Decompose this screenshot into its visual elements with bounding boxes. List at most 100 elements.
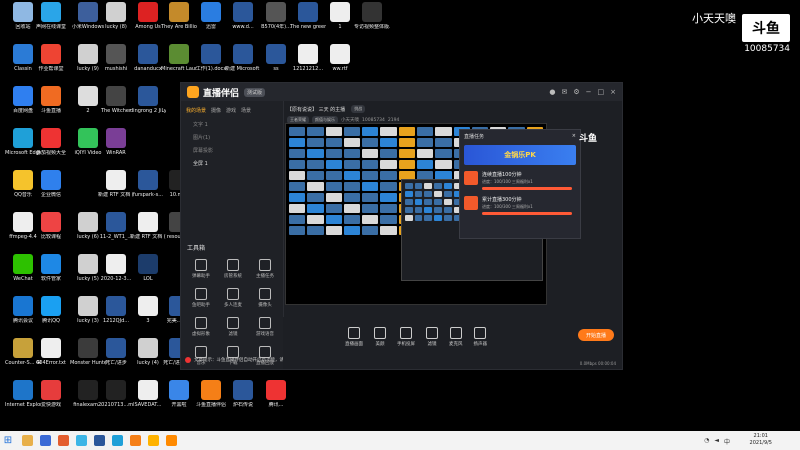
taskbar: ⊞ ◔ ◄ 中 21:01 2021/9/5 [0, 431, 800, 450]
task-item[interactable]: 累计直播300分钟 进度：100/300 三周福利x1 [464, 196, 576, 215]
volume-icon[interactable]: ◄ [714, 437, 719, 446]
tool-button[interactable]: 下载 [217, 346, 249, 366]
desktop-icon[interactable]: 20210713...mkv [98, 380, 134, 408]
desktop-icon[interactable]: 爱快游戏 [33, 380, 69, 408]
control-button[interactable]: 直播画面 [345, 327, 363, 347]
desktop-icon[interactable]: www.d... [225, 2, 261, 30]
maximize-button[interactable]: □ [598, 88, 605, 96]
tool-button[interactable]: 虚拟形象 [185, 317, 217, 337]
desktop-app-icon [13, 296, 33, 316]
clock[interactable]: 21:01 2021/9/5 [750, 433, 772, 447]
taskbar-app-icon[interactable] [148, 435, 159, 446]
desktop-icon[interactable]: 企业微信 [33, 170, 69, 198]
taskbar-app-icon[interactable] [58, 435, 69, 446]
tool-button[interactable]: 滤镜 [217, 317, 249, 337]
desktop-icon[interactable]: 腾讯QQ [33, 296, 69, 324]
desktop-icon[interactable]: 斗鱼直播伴侣 [193, 380, 229, 408]
desktop-icon[interactable]: 死亡/进步 [98, 338, 134, 366]
desktop-icon[interactable]: 软件管家 [33, 254, 69, 282]
desktop-icon[interactable]: 12121212... [290, 44, 326, 72]
desktop-icon[interactable]: LOL [130, 254, 166, 282]
tab-my-scene[interactable]: 我的场景 [186, 107, 206, 114]
taskbar-app-icon[interactable] [76, 435, 87, 446]
taskbar-app-icon[interactable] [166, 435, 177, 446]
desktop-icon[interactable]: dingrong 2 JiLyuanj... [130, 86, 166, 114]
task-title: 累计直播300分钟 [482, 197, 522, 203]
taskbar-app-icon[interactable] [112, 435, 123, 446]
desktop-icon[interactable]: The new green rev... [290, 2, 326, 30]
taskbar-app-icon[interactable] [94, 435, 105, 446]
desktop-icon[interactable]: The Witcher [98, 86, 134, 114]
desktop-icon[interactable]: 迅雷 [193, 2, 229, 30]
room-tag[interactable]: 挑战 [351, 105, 366, 113]
desktop-icon[interactable]: ww.rtf [322, 44, 358, 72]
tool-button[interactable]: 主播任务 [249, 259, 281, 279]
desktop-icon[interactable]: 404Error.txt [33, 338, 69, 366]
message-icon[interactable]: ✉ [561, 88, 567, 96]
tool-button[interactable]: 鱼吧助手 [185, 288, 217, 308]
room-title[interactable]: 【原有说说】 三天 的主播 [287, 106, 345, 113]
tab-game[interactable]: 游戏 [226, 107, 236, 114]
wifi-icon[interactable]: ◔ [704, 437, 709, 446]
tool-button[interactable]: 摄像头 [249, 288, 281, 308]
desktop-icon[interactable]: 1 [322, 2, 358, 30]
live-companion-window[interactable]: 直播伴侣 测试版 ● ✉ ⚙ − □ × 我的场景 摄像 游戏 场景 文字 1 … [180, 82, 623, 370]
desktop-icon[interactable]: 作业帮课堂 [33, 44, 69, 72]
desktop-icon[interactable]: 炉石传说 [225, 380, 261, 408]
tab-scene[interactable]: 场景 [241, 107, 251, 114]
desktop-icon[interactable]: 斗鱼直播 [33, 86, 69, 114]
desktop-icon[interactable]: 11-2_WT1_... [98, 212, 134, 240]
close-button[interactable]: × [610, 88, 616, 96]
desktop-icon[interactable]: lucky (8) [98, 2, 134, 30]
tool-button[interactable]: 房管系统 [217, 259, 249, 279]
tool-button[interactable]: 直播回放 [249, 346, 281, 366]
taskbar-app-icon[interactable] [40, 435, 51, 446]
source-item[interactable]: 屏幕投影 [181, 144, 283, 157]
task-item[interactable]: 连续直播100分钟 进度：100/100 三周福利x1 [464, 171, 576, 190]
control-icon [426, 327, 438, 339]
tool-button[interactable]: 弹幕助手 [185, 259, 217, 279]
tool-button[interactable]: 音乐 [185, 346, 217, 366]
desktop-icon[interactable]: 腾讯... [258, 380, 294, 408]
desktop-icon[interactable]: Minecraft Launcher [161, 44, 197, 72]
source-item[interactable]: 图片(1) [181, 131, 283, 144]
desktop-icon[interactable]: 工作(1).docx [193, 44, 229, 72]
control-button[interactable]: 麦克风 [449, 327, 463, 347]
source-item[interactable]: 文字 1 [181, 118, 283, 131]
desktop-icon[interactable]: 开黑啦 [161, 380, 197, 408]
start-button-icon[interactable]: ⊞ [0, 431, 16, 450]
desktop-icon[interactable]: They Are Billions [161, 2, 197, 30]
tool-button[interactable]: 游戏语音 [249, 317, 281, 337]
control-button[interactable]: 美颜 [374, 327, 386, 347]
tool-button[interactable]: 多人连麦 [217, 288, 249, 308]
taskbar-app-icon[interactable] [22, 435, 33, 446]
control-button[interactable]: 滤镜 [426, 327, 438, 347]
task-popup[interactable]: 直播任务 × 金锅乐PK 连续直播100分钟 进度：100/100 三周福利x1… [459, 129, 581, 239]
desktop-icon[interactable]: 新建 RTF 文档 (2).rtf [98, 170, 134, 198]
popup-close-icon[interactable]: × [572, 133, 576, 140]
desktop-icon[interactable]: mushishi [98, 44, 134, 72]
desktop-icon[interactable]: 专访视频整体版.mp4 [354, 2, 390, 30]
taskbar-app-icon[interactable] [130, 435, 141, 446]
control-button[interactable]: 扬声器 [474, 327, 487, 347]
settings-icon[interactable]: ⚙ [573, 88, 579, 96]
desktop-icon[interactable]: 新建 Microsoft ... [225, 44, 261, 72]
desktop-icon[interactable]: 番茄视频大全 [33, 128, 69, 156]
desktop-icon-label: WinRAR [106, 150, 126, 156]
start-live-button[interactable]: 开始直播 [578, 329, 614, 341]
desktop-icon[interactable]: 声网在线课堂 [33, 2, 69, 30]
control-button[interactable]: 手机投屏 [397, 327, 415, 347]
desktop-icon[interactable]: WinRAR [98, 128, 134, 156]
language-icon[interactable]: 中 [724, 437, 730, 446]
desktop-icon[interactable]: 2020-12-3... [98, 254, 134, 282]
desktop-icon[interactable]: B570(4年)... [258, 2, 294, 30]
pk-banner[interactable]: 金锅乐PK [464, 145, 576, 165]
minimize-button[interactable]: − [586, 88, 592, 96]
avatar-icon[interactable]: ● [549, 88, 555, 96]
title-bar[interactable]: 直播伴侣 测试版 ● ✉ ⚙ − □ × [181, 83, 622, 101]
desktop-icon[interactable]: 1212QJd... [98, 296, 134, 324]
source-item[interactable]: 全屏 1 [181, 157, 283, 170]
desktop-icon[interactable]: 比较课程 [33, 212, 69, 240]
desktop-icon[interactable]: ss [258, 44, 294, 72]
tab-camera[interactable]: 摄像 [211, 107, 221, 114]
